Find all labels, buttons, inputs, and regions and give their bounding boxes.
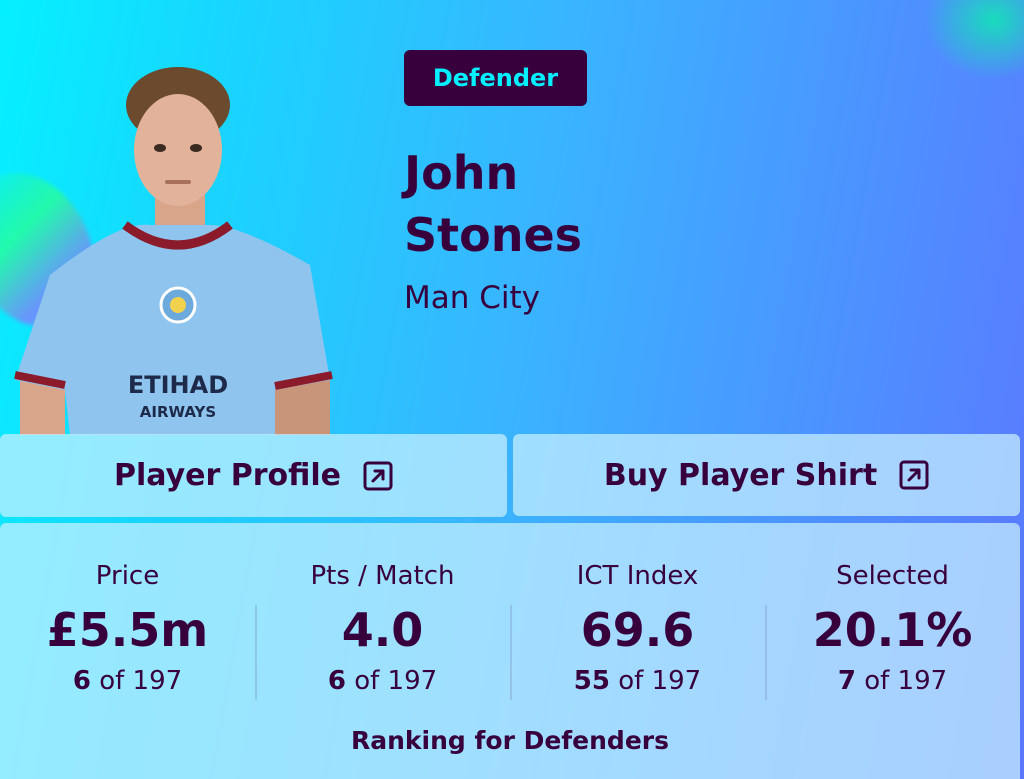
stat-value: 69.6 [580, 603, 695, 657]
player-first-name: John [404, 146, 519, 200]
shirt-sponsor-line1: ETIHAD [128, 371, 228, 399]
stat-rank-number: 6 [72, 666, 91, 696]
stat-rank-total: of 197 [864, 666, 948, 696]
stat-rank-number: 55 [573, 666, 610, 696]
stat-value: 20.1% [812, 603, 973, 657]
stat-rank: 7 of 197 [765, 666, 1020, 696]
team-name: Man City [404, 280, 541, 316]
shirt-sponsor-line2: AIRWAYS [140, 403, 216, 421]
stat-label: Selected [836, 561, 949, 591]
stat-rank-total: of 197 [354, 666, 438, 696]
stat-value: 4.0 [341, 603, 424, 657]
player-profile-label: Player Profile [114, 458, 341, 493]
player-photo: ETIHAD AIRWAYS [14, 67, 333, 435]
stats-panel: Price £5.5m 6 of 197 Pts / Match 4.0 6 o… [0, 523, 1020, 779]
stat-selected: Selected 20.1% 7 of 197 [765, 523, 1020, 713]
stat-rank-total: of 197 [618, 666, 702, 696]
stat-pts-per-match: Pts / Match 4.0 6 of 197 [255, 523, 510, 713]
stat-rank-number: 7 [837, 666, 856, 696]
stat-rank-number: 6 [327, 666, 346, 696]
buy-player-shirt-button[interactable]: Buy Player Shirt [513, 434, 1020, 516]
stat-ict-index: ICT Index 69.6 55 of 197 [510, 523, 765, 713]
stat-value: £5.5m [46, 603, 209, 657]
background-swoosh-right [924, 0, 1024, 80]
stat-price: Price £5.5m 6 of 197 [0, 523, 255, 713]
player-last-name: Stones [404, 208, 583, 262]
stat-rank: 55 of 197 [510, 666, 765, 696]
stat-rank: 6 of 197 [0, 666, 255, 696]
ranking-caption: Ranking for Defenders [351, 726, 669, 755]
stat-label: Pts / Match [310, 561, 455, 591]
buy-player-shirt-label: Buy Player Shirt [603, 457, 878, 493]
stat-label: ICT Index [576, 561, 699, 591]
stat-label: Price [95, 561, 160, 591]
stat-rank-total: of 197 [99, 666, 183, 696]
player-profile-button[interactable]: Player Profile [0, 434, 507, 517]
stat-rank: 6 of 197 [255, 666, 510, 696]
position-badge: Defender [404, 50, 587, 106]
external-link-icon [363, 461, 393, 490]
external-link-icon [899, 460, 929, 490]
